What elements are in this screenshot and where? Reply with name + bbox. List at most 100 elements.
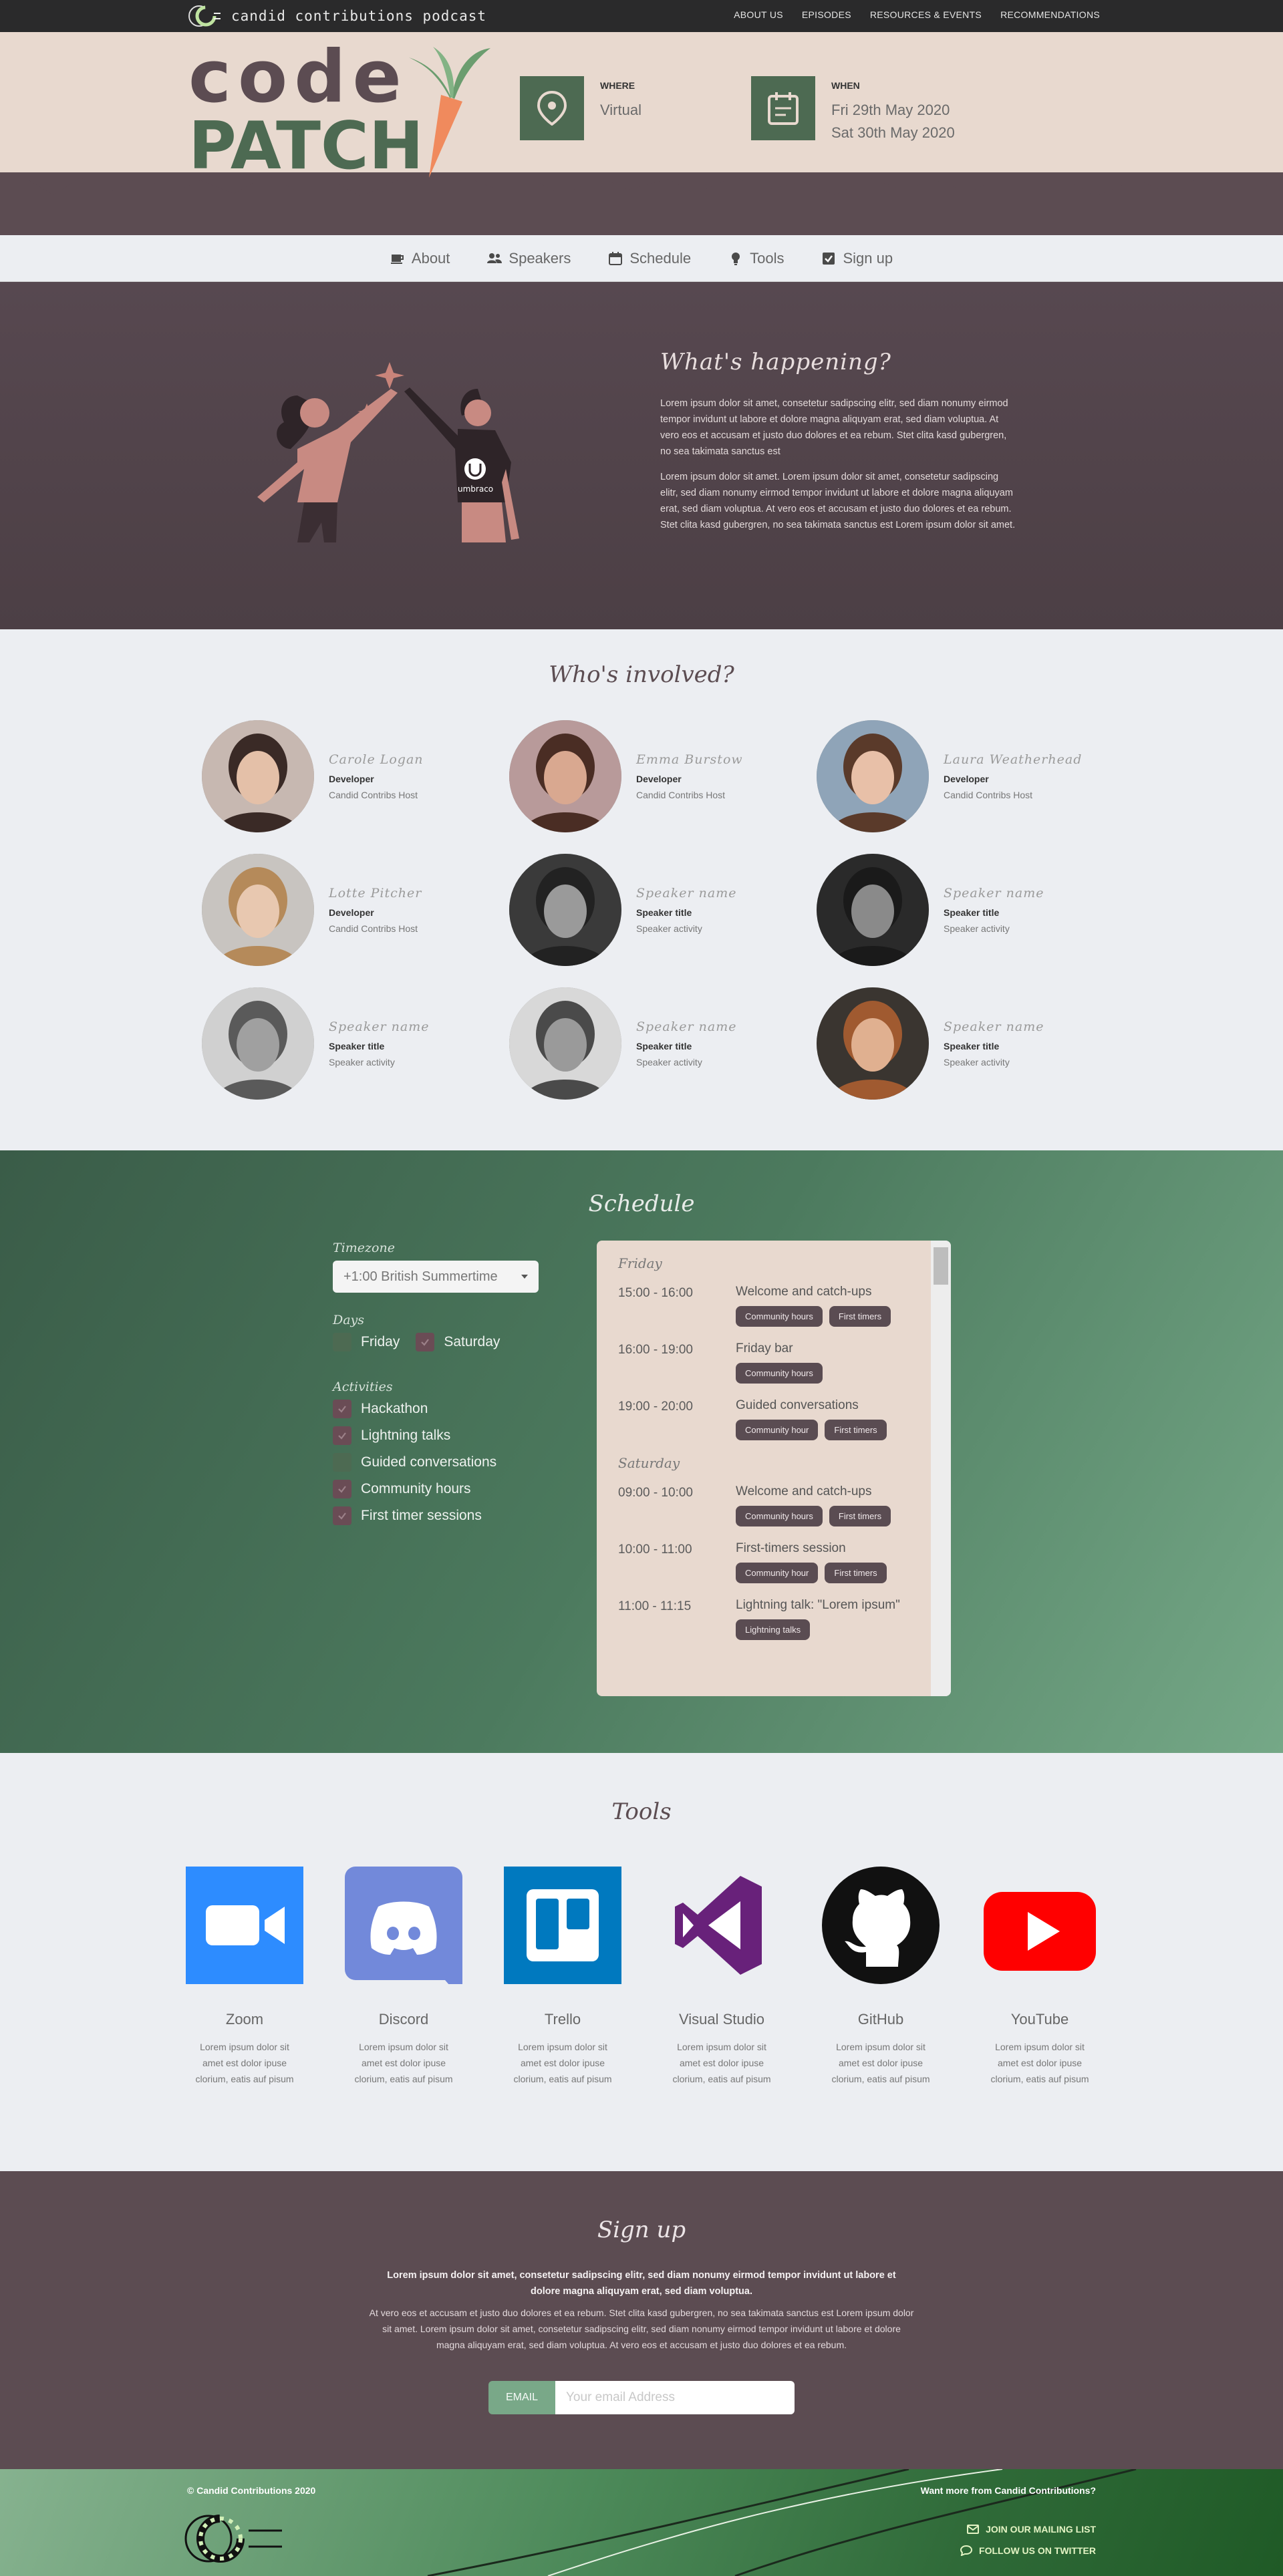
speaker-activity: Speaker activity: [944, 923, 1010, 934]
schedule-slot[interactable]: 11:00 - 11:15 Lightning talk: "Lorem ipsu…: [618, 1598, 925, 1640]
activity-tag[interactable]: Community hours: [736, 1506, 823, 1526]
day-checkbox[interactable]: Saturday: [416, 1333, 500, 1351]
header: code PATCH Where Virtual When Fri 29th M…: [0, 32, 1283, 235]
slot-time: 09:00 - 10:00: [618, 1486, 693, 1500]
schedule-slot[interactable]: 16:00 - 19:00 Friday bar Community hours: [618, 1341, 925, 1384]
schedule-panel[interactable]: Friday 15:00 - 16:00 Welcome and catch-up…: [597, 1241, 951, 1696]
schedule-slot[interactable]: 10:00 - 11:00 First-timers session Communi…: [618, 1541, 925, 1583]
scrollbar-thumb[interactable]: [934, 1247, 948, 1285]
more-heading: Want more from Candid Contributions?: [920, 2485, 1096, 2496]
activity-checkbox[interactable]: First timer sessions: [333, 1506, 547, 1525]
mailing-list-label: Join our mailing list: [986, 2524, 1096, 2535]
tool-discord[interactable]: Discord Lorem ipsum dolor sit amet est d…: [345, 1867, 462, 2087]
avatar: [817, 720, 929, 832]
day-checkbox[interactable]: Friday: [333, 1333, 400, 1351]
schedule-section: Schedule Timezone +1:00 British Summerti…: [0, 1150, 1283, 1753]
schedule-list: Friday 15:00 - 16:00 Welcome and catch-up…: [618, 1255, 925, 1655]
brand[interactable]: candid contributions podcast: [187, 4, 486, 28]
location-pin-icon: [520, 76, 584, 140]
activity-tag[interactable]: Community hour: [736, 1420, 819, 1440]
checkbox[interactable]: [333, 1400, 351, 1418]
top-nav-recommendations[interactable]: Recommendations: [1000, 9, 1100, 20]
activity-checkbox[interactable]: Community hours: [333, 1480, 547, 1498]
checkbox[interactable]: [333, 1506, 351, 1525]
activity-tag[interactable]: First timers: [825, 1563, 887, 1583]
when-block: When Fri 29th May 2020 Sat 30th May 2020: [751, 76, 955, 144]
activity-tag[interactable]: First timers: [829, 1306, 891, 1327]
twitter-link[interactable]: Follow us on Twitter: [960, 2545, 1096, 2556]
checkmark-icon: [338, 1486, 346, 1493]
tool-github[interactable]: GitHub Lorem ipsum dolor sit amet est do…: [822, 1867, 940, 2087]
speaker-card[interactable]: Speaker name Speaker title Speaker activit…: [202, 987, 509, 1100]
section-nav-schedule[interactable]: Schedule: [608, 250, 691, 267]
section-nav-about[interactable]: About: [390, 250, 450, 267]
checkbox-label: Saturday: [444, 1334, 501, 1349]
slot-time: 16:00 - 19:00: [618, 1343, 693, 1357]
brand-name: candid contributions podcast: [231, 8, 487, 24]
speaker-name: Carole Logan: [329, 752, 424, 767]
checkbox-label: First timer sessions: [361, 1508, 482, 1523]
checkbox[interactable]: [333, 1426, 351, 1445]
checkbox[interactable]: [333, 1453, 351, 1472]
email-field[interactable]: [555, 2381, 795, 2414]
speaker-card[interactable]: Carole Logan Developer Candid Contribs Hos…: [202, 720, 509, 832]
speaker-card[interactable]: Speaker name Speaker title Speaker activit…: [509, 854, 817, 966]
activity-tag[interactable]: Community hours: [736, 1363, 823, 1384]
section-nav-speakers[interactable]: Speakers: [487, 250, 571, 267]
slot-tags: Community hour First timers: [736, 1420, 887, 1440]
speaker-card[interactable]: Emma Burstow Developer Candid Contribs Hos…: [509, 720, 817, 832]
checkbox[interactable]: [416, 1333, 435, 1351]
slot-title: Guided conversations: [736, 1398, 859, 1412]
speaker-card[interactable]: Laura Weatherhead Developer Candid Contrib…: [817, 720, 1097, 832]
checkbox[interactable]: [333, 1480, 351, 1498]
speaker-card[interactable]: Speaker name Speaker title Speaker activit…: [817, 854, 1097, 966]
high-five-illustration: umbraco: [257, 362, 519, 542]
happening-paragraph: Lorem ipsum dolor sit amet. Lorem ipsum …: [660, 472, 1016, 530]
day-heading-saturday: Saturday: [618, 1455, 680, 1471]
tool-trello[interactable]: Trello Lorem ipsum dolor sit amet est do…: [504, 1867, 621, 2087]
speaker-card[interactable]: Speaker name Speaker title Speaker activit…: [509, 987, 817, 1100]
when-label: When: [831, 80, 860, 91]
tool-desc: Lorem ipsum dolor sit amet est dolor ipu…: [672, 2042, 771, 2084]
tool-desc: Lorem ipsum dolor sit amet est dolor ipu…: [513, 2042, 612, 2084]
day-heading-friday: Friday: [618, 1255, 662, 1271]
speaker-card[interactable]: Lotte Pitcher Developer Candid Contribs Ho…: [202, 854, 509, 966]
happening-copy: What's happening? Lorem ipsum dolor sit …: [660, 349, 1018, 542]
tool-visual-studio[interactable]: Visual Studio Lorem ipsum dolor sit amet…: [663, 1867, 780, 2087]
section-nav-tools[interactable]: Tools: [728, 250, 784, 267]
trello-icon: [504, 1867, 621, 1984]
zoom-icon: [186, 1867, 303, 1984]
tool-zoom[interactable]: Zoom Lorem ipsum dolor sit amet est dolo…: [186, 1867, 303, 2087]
twitter-label: Follow us on Twitter: [979, 2545, 1096, 2556]
section-nav-label: Tools: [750, 249, 785, 267]
schedule-scrollbar[interactable]: [931, 1241, 951, 1696]
activity-tag[interactable]: Community hour: [736, 1563, 819, 1583]
activity-checkbox[interactable]: Guided conversations: [333, 1453, 547, 1472]
schedule-slot[interactable]: 15:00 - 16:00 Welcome and catch-ups Commun…: [618, 1285, 925, 1327]
top-nav-episodes[interactable]: Episodes: [802, 9, 851, 20]
activity-tag[interactable]: First timers: [825, 1420, 887, 1440]
section-nav-sign-up[interactable]: Sign up: [821, 250, 893, 267]
activity-tag[interactable]: Lightning talks: [736, 1619, 811, 1640]
schedule-slot[interactable]: 19:00 - 20:00 Guided conversations Communi…: [618, 1398, 925, 1440]
timezone-select[interactable]: +1:00 British Summertime: [333, 1261, 539, 1293]
tools-section: Tools Zoom Lorem ipsum dolor sit amet es…: [0, 1753, 1283, 2171]
activity-checkbox[interactable]: Lightning talks: [333, 1426, 547, 1445]
speaker-title: Developer: [636, 774, 682, 784]
top-nav-about-us[interactable]: About us: [734, 9, 783, 20]
activity-tag[interactable]: Community hours: [736, 1306, 823, 1327]
mailing-list-link[interactable]: Join our mailing list: [967, 2524, 1096, 2535]
visual-studio-icon: [663, 1867, 780, 1984]
tool-name: Discord: [378, 2011, 429, 2028]
speaker-card[interactable]: Speaker name Speaker title Speaker activit…: [817, 987, 1097, 1100]
logo-code-text: code: [188, 37, 408, 119]
schedule-slot[interactable]: 09:00 - 10:00 Welcome and catch-ups Commun…: [618, 1484, 925, 1526]
checkbox[interactable]: [333, 1333, 351, 1351]
slot-time: 10:00 - 11:00: [618, 1543, 692, 1557]
section-nav-label: Schedule: [629, 249, 692, 267]
activity-tag[interactable]: First timers: [829, 1506, 891, 1526]
tool-youtube[interactable]: YouTube Lorem ipsum dolor sit amet est d…: [981, 1867, 1099, 2087]
top-nav-resources-events[interactable]: Resources & events: [870, 9, 982, 20]
speaker-activity: Candid Contribs Host: [329, 790, 418, 800]
activity-checkbox[interactable]: Hackathon: [333, 1400, 547, 1418]
